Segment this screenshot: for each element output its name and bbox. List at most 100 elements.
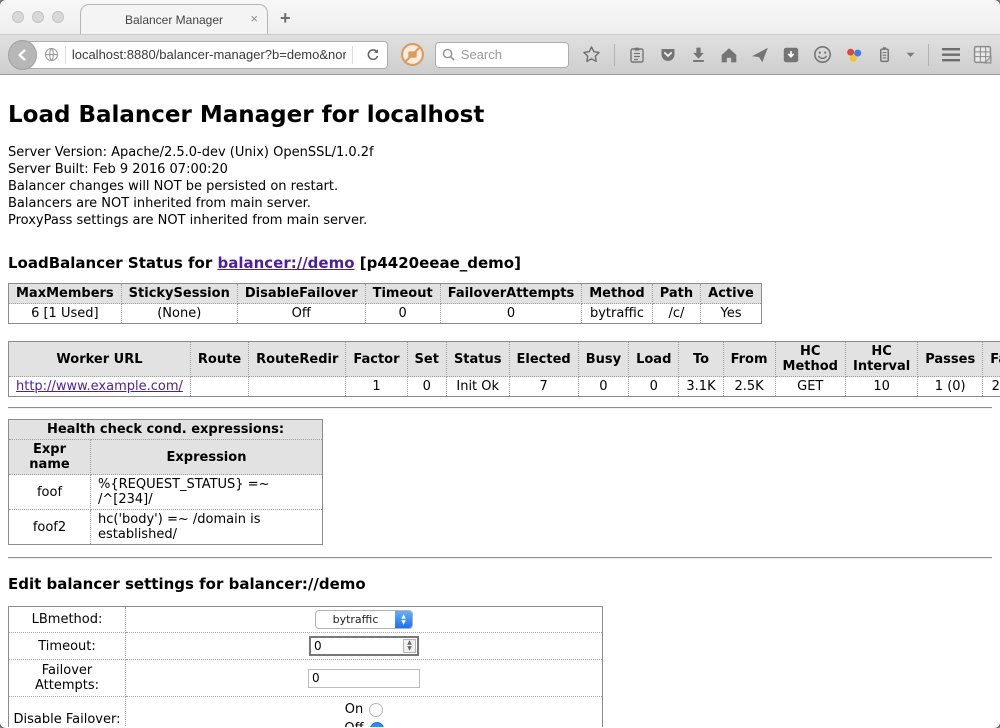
- search-input[interactable]: [461, 47, 561, 62]
- table-row: 6 [1 Used] (None) Off 0 0 bytraffic /c/ …: [9, 304, 762, 324]
- minimize-window-button[interactable]: [32, 11, 44, 23]
- home-icon[interactable]: [720, 46, 738, 64]
- cell-fails: 2 (0): [983, 377, 1000, 397]
- column-header: FailoverAttempts: [440, 284, 582, 304]
- column-header: From: [723, 342, 775, 377]
- urlbar-divider: [352, 46, 353, 64]
- smiley-extension-icon[interactable]: [813, 45, 832, 64]
- url-text[interactable]: localhost:8880/balancer-manager?b=demo&n…: [72, 47, 346, 62]
- zoom-window-button[interactable]: [52, 11, 64, 23]
- edit-balancer-heading: Edit balancer settings for balancer://de…: [8, 575, 992, 593]
- column-header: Fails: [983, 342, 1000, 377]
- downloads-icon[interactable]: [690, 46, 707, 63]
- disable-failover-label: Disable Failover:: [9, 697, 126, 728]
- column-header: Expression: [91, 440, 323, 475]
- toolbar-divider: [614, 44, 615, 66]
- lbmethod-selected-value: bytraffic: [316, 611, 395, 628]
- cell-expression: hc('body') =~ /domain is established/: [91, 510, 323, 545]
- cell-expr-name: foof2: [9, 510, 91, 545]
- failover-off-radio[interactable]: [370, 722, 384, 728]
- inbox-extension-icon[interactable]: [782, 46, 800, 64]
- server-version-line: Server Version: Apache/2.5.0-dev (Unix) …: [8, 144, 992, 161]
- balancer-demo-link[interactable]: balancer://demo: [217, 254, 354, 272]
- globe-icon: [44, 47, 59, 62]
- column-header: Set: [407, 342, 446, 377]
- cell-load: 0: [629, 377, 679, 397]
- persist-note-line: Balancer changes will NOT be persisted o…: [8, 178, 992, 195]
- new-tab-button[interactable]: +: [280, 8, 291, 29]
- column-header: Worker URL: [9, 342, 191, 377]
- browser-window: Balancer Manager × + localhost:8880/bala…: [0, 0, 1000, 728]
- column-header: DisableFailover: [237, 284, 365, 304]
- cell-to: 3.1K: [679, 377, 723, 397]
- cell-active: Yes: [701, 304, 762, 324]
- table-row: foof2 hc('body') =~ /domain is establish…: [9, 510, 323, 545]
- column-header: Method: [582, 284, 652, 304]
- send-plane-icon[interactable]: [751, 46, 769, 64]
- column-header: Factor: [346, 342, 407, 377]
- worker-url-link[interactable]: http://www.example.com/: [16, 379, 183, 394]
- column-header: Timeout: [365, 284, 440, 304]
- cell-factor: 1: [346, 377, 407, 397]
- navigation-toolbar: localhost:8880/balancer-manager?b=demo&n…: [0, 34, 1000, 75]
- close-window-button[interactable]: [12, 11, 24, 23]
- colored-dots-extension-icon[interactable]: [845, 46, 863, 64]
- cell-route: [190, 377, 248, 397]
- tab-close-icon[interactable]: ×: [250, 12, 258, 26]
- menu-hamburger-icon[interactable]: [942, 48, 960, 62]
- worker-table: Worker URL Route RouteRedir Factor Set S…: [8, 341, 1000, 397]
- search-bar[interactable]: [435, 42, 569, 68]
- cell-routeredir: [249, 377, 346, 397]
- failover-attempts-input[interactable]: [308, 669, 420, 688]
- back-arrow-icon: [15, 48, 29, 62]
- search-icon: [442, 48, 455, 61]
- column-header: Expr name: [9, 440, 91, 475]
- failover-on-radio[interactable]: [369, 703, 383, 717]
- chevron-down-icon[interactable]: [906, 52, 915, 58]
- tab-title: Balancer Manager: [125, 13, 223, 27]
- cell-method: bytraffic: [582, 304, 652, 324]
- cell-elected: 7: [509, 377, 578, 397]
- server-info: Server Version: Apache/2.5.0-dev (Unix) …: [8, 144, 992, 229]
- url-bar[interactable]: localhost:8880/balancer-manager?b=demo&n…: [21, 41, 388, 69]
- section-divider: [8, 557, 992, 559]
- urlbar-divider: [65, 46, 66, 64]
- cell-passes: 1 (0): [918, 377, 983, 397]
- tab-bar: Balancer Manager × +: [0, 0, 1000, 34]
- tab-balancer-manager[interactable]: Balancer Manager ×: [80, 4, 268, 35]
- bookmark-star-icon[interactable]: [582, 45, 601, 64]
- table-row: foof %{REQUEST_STATUS} =~ /^[234]/: [9, 475, 323, 510]
- column-header: Elected: [509, 342, 578, 377]
- column-header: MaxMembers: [9, 284, 122, 304]
- plugin-blocked-icon[interactable]: [400, 42, 425, 67]
- back-button[interactable]: [8, 40, 37, 70]
- toolbar-divider: [928, 44, 929, 66]
- cell-hc-method: GET: [775, 377, 845, 397]
- page-content: Load Balancer Manager for localhost Serv…: [0, 75, 1000, 727]
- lbmethod-label: LBmethod:: [9, 607, 126, 633]
- pocket-icon[interactable]: [659, 46, 677, 64]
- timeout-label: Timeout:: [9, 633, 126, 660]
- cell-stickysession: (None): [121, 304, 237, 324]
- lbmethod-select[interactable]: bytraffic ▲▼: [315, 610, 413, 629]
- health-check-table: Health check cond. expressions: Expr nam…: [8, 419, 323, 545]
- column-header: To: [679, 342, 723, 377]
- column-header: Busy: [578, 342, 628, 377]
- server-built-line: Server Built: Feb 9 2016 07:00:20: [8, 161, 992, 178]
- column-header: StickySession: [121, 284, 237, 304]
- column-header: Status: [446, 342, 509, 377]
- cell-expression: %{REQUEST_STATUS} =~ /^[234]/: [91, 475, 323, 510]
- section-divider: [8, 407, 992, 409]
- cell-failoverattempts: 0: [440, 304, 582, 324]
- column-header: Path: [652, 284, 700, 304]
- settings-form-table: LBmethod: bytraffic ▲▼ Timeout: ▲▼: [8, 606, 603, 727]
- reload-icon[interactable]: [359, 48, 387, 62]
- column-header: RouteRedir: [249, 342, 346, 377]
- grid-page-extension-icon[interactable]: [973, 45, 992, 64]
- number-spinner-icon[interactable]: ▲▼: [403, 639, 416, 653]
- reading-list-icon[interactable]: [628, 46, 646, 64]
- battery-extension-icon[interactable]: [876, 46, 893, 63]
- cell-path: /c/: [652, 304, 700, 324]
- column-header: Route: [190, 342, 248, 377]
- column-header: Active: [701, 284, 762, 304]
